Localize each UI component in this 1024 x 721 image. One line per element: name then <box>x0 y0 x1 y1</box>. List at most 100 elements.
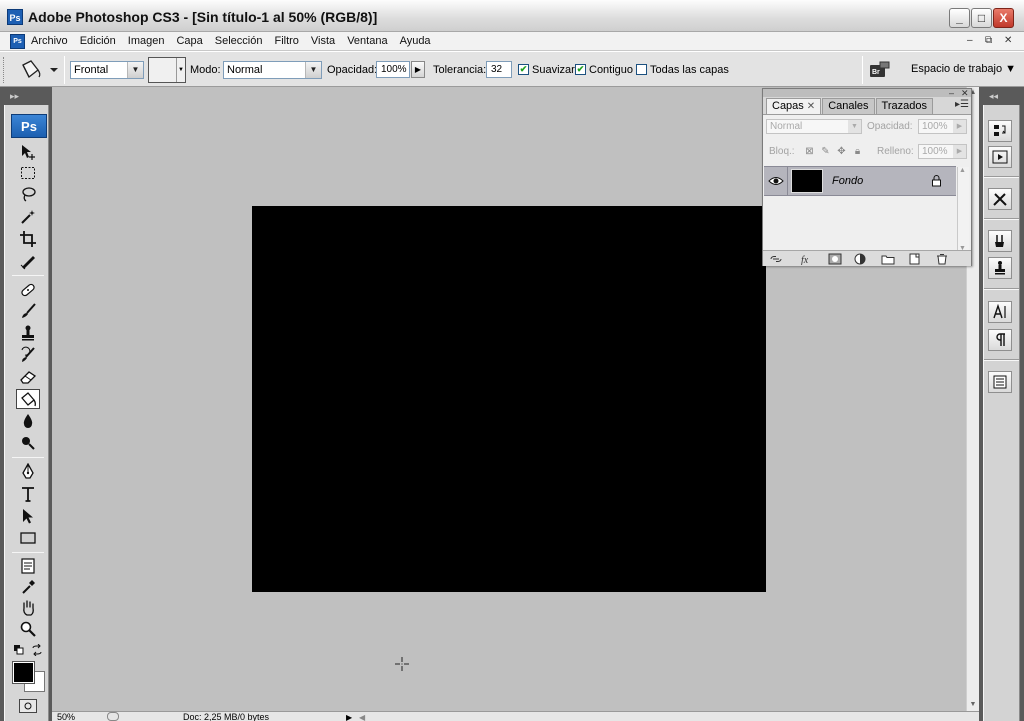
crop-tool[interactable] <box>16 229 40 249</box>
minimize-button[interactable]: _ <box>949 8 970 28</box>
type-tool[interactable] <box>16 484 40 504</box>
doc-minimize-button[interactable]: – <box>967 35 973 46</box>
document-icon[interactable]: Ps <box>10 34 25 49</box>
visibility-toggle[interactable] <box>764 167 788 195</box>
layer-name[interactable]: Fondo <box>832 175 863 187</box>
layer-row[interactable]: Fondo <box>764 166 956 196</box>
menu-filtro[interactable]: Filtro <box>274 35 298 47</box>
link-layers-icon[interactable] <box>769 253 783 265</box>
menu-seleccion[interactable]: Selección <box>215 35 263 47</box>
menu-capa[interactable]: Capa <box>176 35 202 47</box>
toolbox-collapse-button[interactable]: ▸▸ <box>0 87 52 105</box>
layer-opacity-input[interactable]: 100% ▶ <box>918 119 967 134</box>
default-colors-button[interactable] <box>14 645 24 655</box>
panel-close-icon[interactable]: ✕ <box>961 88 969 99</box>
fill-input[interactable]: 100% ▶ <box>918 144 967 159</box>
foreground-color-swatch[interactable] <box>12 661 35 684</box>
paint-bucket-tool[interactable] <box>16 389 40 409</box>
photoshop-logo[interactable]: Ps <box>11 114 47 138</box>
document-canvas[interactable] <box>252 206 766 592</box>
eraser-tool[interactable] <box>16 367 40 387</box>
tab-trazados[interactable]: Trazados <box>875 98 933 114</box>
trash-icon[interactable] <box>935 253 949 265</box>
tab-canales[interactable]: Canales <box>822 98 875 114</box>
rectangle-tool[interactable] <box>16 528 40 548</box>
menu-archivo[interactable]: Archivo <box>31 35 68 47</box>
menu-edicion[interactable]: Edición <box>80 35 116 47</box>
lock-transparent-icon[interactable]: ⊠ <box>804 146 815 157</box>
opacity-slider-button[interactable]: ▶ <box>411 61 425 78</box>
menu-vista[interactable]: Vista <box>311 35 335 47</box>
contiguous-checkbox[interactable]: ✔ <box>575 64 586 75</box>
zoom-level[interactable]: 50% <box>57 713 75 721</box>
tolerance-input[interactable]: 32 <box>486 61 512 78</box>
antialias-checkbox[interactable]: ✔ <box>518 64 529 75</box>
scroll-up-icon[interactable]: ▲ <box>959 167 966 174</box>
maximize-button[interactable]: □ <box>971 8 992 28</box>
adjustment-layer-icon[interactable] <box>854 253 868 265</box>
panel-title-strip[interactable]: – ✕ <box>763 88 971 99</box>
actions-panel-button[interactable] <box>988 146 1012 168</box>
close-button[interactable]: X <box>993 8 1014 28</box>
tab-capas[interactable]: Capas ✕ <box>766 98 822 114</box>
character-panel-button[interactable] <box>988 301 1012 323</box>
status-menu-arrow-icon[interactable]: ▶ <box>346 713 352 721</box>
doc-restore-button[interactable]: ⧉ <box>985 35 992 46</box>
layer-mask-icon[interactable] <box>828 253 842 265</box>
options-grip[interactable] <box>3 57 7 83</box>
close-icon[interactable]: ✕ <box>807 101 815 112</box>
tool-preset-picker[interactable] <box>14 58 60 82</box>
scroll-left-icon[interactable]: ◀ <box>359 713 365 721</box>
lock-image-icon[interactable]: ✎ <box>820 146 831 157</box>
healing-brush-tool[interactable] <box>16 280 40 300</box>
lock-position-icon[interactable]: ✥ <box>836 146 847 157</box>
status-settings-icon[interactable] <box>107 712 119 721</box>
magic-wand-tool[interactable] <box>16 207 40 227</box>
notes-tool[interactable] <box>16 556 40 576</box>
fill-source-select[interactable]: Frontal ▼ <box>70 61 144 79</box>
zoom-tool[interactable] <box>16 619 40 639</box>
bridge-button[interactable]: Br <box>868 60 892 80</box>
blur-tool[interactable] <box>16 411 40 431</box>
menu-imagen[interactable]: Imagen <box>128 35 165 47</box>
panel-menu-icon[interactable]: ▸☰ <box>955 99 969 110</box>
brushes-panel-button[interactable] <box>988 230 1012 252</box>
new-layer-icon[interactable] <box>908 253 922 265</box>
move-tool[interactable] <box>16 142 40 162</box>
history-brush-tool[interactable] <box>16 345 40 365</box>
scroll-down-icon[interactable]: ▼ <box>967 699 979 711</box>
path-selection-tool[interactable] <box>16 506 40 526</box>
layer-style-icon[interactable]: fx <box>800 253 814 265</box>
brush-tool[interactable] <box>16 301 40 321</box>
workspace-menu[interactable]: Espacio de trabajo ▼ <box>911 63 1016 75</box>
all-layers-checkbox[interactable] <box>636 64 647 75</box>
swap-colors-button[interactable] <box>31 643 43 657</box>
clone-stamp-tool[interactable] <box>16 323 40 343</box>
history-panel-button[interactable] <box>988 120 1012 142</box>
panel-minimize-icon[interactable]: – <box>949 88 954 98</box>
eyedropper-tool[interactable] <box>16 577 40 597</box>
clone-source-panel-button[interactable] <box>988 257 1012 279</box>
opacity-input[interactable]: 100% <box>376 61 410 78</box>
hand-tool[interactable] <box>16 598 40 618</box>
marquee-tool[interactable] <box>16 163 40 183</box>
menu-ventana[interactable]: Ventana <box>347 35 387 47</box>
lasso-tool[interactable] <box>16 184 40 204</box>
paragraph-panel-button[interactable] <box>988 329 1012 351</box>
tool-presets-panel-button[interactable] <box>988 188 1012 210</box>
pen-tool[interactable] <box>16 462 40 482</box>
lock-all-icon[interactable]: 🔒︎ <box>852 146 863 157</box>
doc-close-button[interactable]: ✕ <box>1004 35 1012 46</box>
layer-comps-panel-button[interactable] <box>988 371 1012 393</box>
quick-mask-button[interactable] <box>19 699 37 713</box>
slice-tool[interactable] <box>16 251 40 271</box>
layer-thumbnail[interactable] <box>791 169 823 193</box>
blend-mode-select[interactable]: Normal ▼ <box>766 119 862 134</box>
menu-ayuda[interactable]: Ayuda <box>400 35 431 47</box>
pattern-picker[interactable]: ▼ <box>148 57 186 83</box>
mode-select[interactable]: Normal ▼ <box>223 61 322 79</box>
dodge-tool[interactable] <box>16 433 40 453</box>
layers-scrollbar[interactable]: ▲ ▼ <box>957 167 969 252</box>
dock-collapse-button[interactable]: ◂◂ <box>979 87 1024 105</box>
new-group-icon[interactable] <box>881 253 895 265</box>
